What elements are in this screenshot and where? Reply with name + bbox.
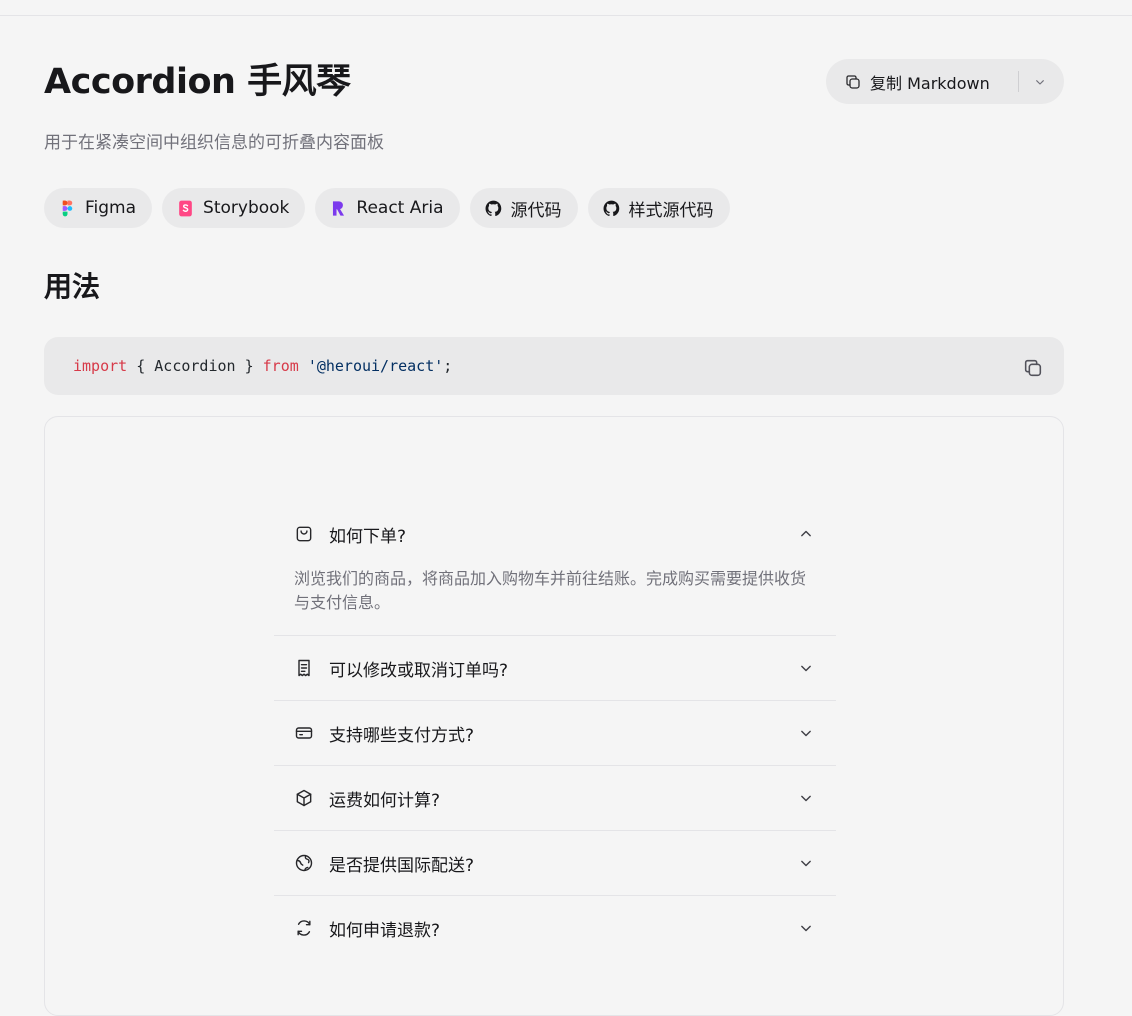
accordion-item: 是否提供国际配送? xyxy=(274,831,836,896)
box-icon xyxy=(296,789,312,807)
chevron-down-icon xyxy=(801,730,811,737)
source-code-link-label: 源代码 xyxy=(510,200,562,221)
figma-link-label: Figma xyxy=(85,198,137,218)
chevron-down-icon xyxy=(801,795,811,802)
source-code-link[interactable]: 源代码 xyxy=(469,188,578,228)
accordion-question: 如何申请退款? xyxy=(329,920,441,941)
figma-icon xyxy=(62,200,73,216)
resource-links: Figma Storybook React Aria 源代码 样式源代码 xyxy=(44,188,730,228)
chevron-down-icon xyxy=(801,665,811,672)
divider xyxy=(1018,71,1019,92)
accordion-item: 如何申请退款? xyxy=(274,896,836,960)
chevron-down-icon[interactable] xyxy=(1032,74,1048,90)
chevron-up-icon xyxy=(801,530,811,537)
accordion: 如何下单? 浏览我们的商品，将商品加入购物车并前往结账。完成购买需要提供收货与支… xyxy=(274,502,836,960)
copy-markdown-button[interactable]: 复制 Markdown xyxy=(826,59,1064,104)
accordion-item: 如何下单? 浏览我们的商品，将商品加入购物车并前往结账。完成购买需要提供收货与支… xyxy=(274,502,836,636)
accordion-question: 可以修改或取消订单吗? xyxy=(329,660,509,681)
usage-heading: 用法 xyxy=(44,270,101,303)
react-aria-icon xyxy=(333,200,345,216)
copy-icon xyxy=(846,74,860,89)
copy-markdown-label: 复制 Markdown xyxy=(870,73,990,93)
page-subtitle: 用于在紧凑空间中组织信息的可折叠内容面板 xyxy=(44,133,384,153)
copy-code-icon[interactable] xyxy=(1022,357,1044,379)
accordion-answer: 浏览我们的商品，将商品加入购物车并前往结账。完成购买需要提供收货与支付信息。 xyxy=(294,569,807,612)
code-braces: { Accordion } xyxy=(127,357,263,375)
accordion-trigger[interactable]: 是否提供国际配送? xyxy=(274,831,836,895)
chevron-down-icon xyxy=(801,860,811,867)
react-aria-link[interactable]: React Aria xyxy=(315,188,460,228)
github-icon xyxy=(603,200,619,216)
accordion-question: 是否提供国际配送? xyxy=(329,855,475,876)
accordion-item: 可以修改或取消订单吗? xyxy=(274,636,836,701)
github-icon xyxy=(485,200,501,216)
page-title: Accordion 手风琴 xyxy=(44,62,351,102)
code-semicolon: ; xyxy=(443,357,453,375)
react-aria-link-label: React Aria xyxy=(356,198,444,218)
code-module: '@heroui/react' xyxy=(307,357,444,375)
refresh-icon xyxy=(297,920,311,936)
top-bar xyxy=(0,0,1132,16)
accordion-item: 支持哪些支付方式? xyxy=(274,701,836,766)
receipt-icon xyxy=(298,659,310,677)
demo-preview: 如何下单? 浏览我们的商品，将商品加入购物车并前往结账。完成购买需要提供收货与支… xyxy=(44,416,1064,1016)
code-keyword-import: import xyxy=(73,357,128,375)
accordion-trigger[interactable]: 可以修改或取消订单吗? xyxy=(274,636,836,700)
accordion-trigger[interactable]: 支持哪些支付方式? xyxy=(274,701,836,765)
shopping-bag-icon xyxy=(296,526,312,542)
accordion-trigger[interactable]: 运费如何计算? xyxy=(274,766,836,830)
accordion-content: 浏览我们的商品，将商品加入购物车并前往结账。完成购买需要提供收货与支付信息。 xyxy=(274,566,836,635)
style-source-code-link[interactable]: 样式源代码 xyxy=(587,188,730,228)
accordion-trigger[interactable]: 如何申请退款? xyxy=(274,896,836,960)
storybook-icon xyxy=(179,200,192,216)
accordion-item: 运费如何计算? xyxy=(274,766,836,831)
globe-icon xyxy=(295,854,313,872)
accordion-question: 运费如何计算? xyxy=(329,790,441,811)
figma-link[interactable]: Figma xyxy=(44,188,153,228)
storybook-link-label: Storybook xyxy=(203,198,290,218)
chevron-down-icon xyxy=(801,925,811,932)
accordion-question: 支持哪些支付方式? xyxy=(329,725,475,746)
accordion-trigger[interactable]: 如何下单? xyxy=(274,502,836,566)
storybook-link[interactable]: Storybook xyxy=(162,188,306,228)
code-block: import { Accordion } from '@heroui/react… xyxy=(44,337,1064,395)
credit-card-icon xyxy=(295,727,313,739)
code-keyword-from: from xyxy=(262,357,299,375)
accordion-question: 如何下单? xyxy=(329,526,407,547)
style-source-code-link-label: 样式源代码 xyxy=(628,200,714,221)
